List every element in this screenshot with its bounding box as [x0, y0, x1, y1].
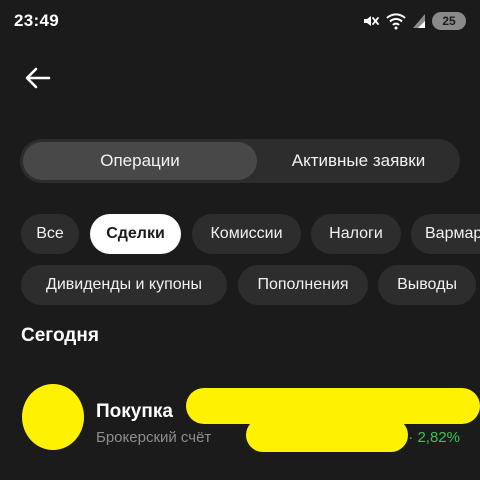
- operation-avatar: [22, 384, 84, 450]
- tab-operations[interactable]: Операции: [23, 142, 257, 180]
- filter-chip-withdrawals[interactable]: Выводы: [378, 265, 476, 305]
- filter-chip-taxes[interactable]: Налоги: [311, 214, 401, 254]
- status-time: 23:49: [14, 11, 59, 30]
- wifi-icon: [386, 12, 406, 30]
- operation-change: · 2,82%: [408, 429, 460, 446]
- tab-active-orders[interactable]: Активные заявки: [260, 142, 457, 180]
- operations-tabs: Операции Активные заявки: [20, 139, 460, 183]
- operation-title: Покупка: [96, 401, 173, 422]
- mute-icon: [362, 12, 380, 30]
- filter-chip-dividends[interactable]: Дивиденды и купоны: [21, 265, 227, 305]
- filter-chip-deposits[interactable]: Пополнения: [238, 265, 368, 305]
- filter-chip-margin[interactable]: Вармар: [411, 214, 480, 254]
- redaction-mark: [246, 418, 408, 452]
- operation-account: Брокерский счёт: [96, 429, 212, 446]
- signal-icon: [412, 13, 426, 29]
- filter-chip-deals[interactable]: Сделки: [90, 214, 181, 254]
- back-button[interactable]: [20, 62, 56, 98]
- status-icons: 25: [362, 12, 466, 30]
- battery-indicator: 25: [432, 12, 466, 30]
- arrow-left-icon: [25, 67, 51, 94]
- operations-screen: 23:49 25 Операции Активные заявки Все Сд…: [0, 0, 480, 480]
- section-title-today: Сегодня: [21, 325, 99, 346]
- filter-chip-commissions[interactable]: Комиссии: [192, 214, 301, 254]
- status-bar: 23:49 25: [0, 0, 480, 44]
- filter-chip-all[interactable]: Все: [21, 214, 79, 254]
